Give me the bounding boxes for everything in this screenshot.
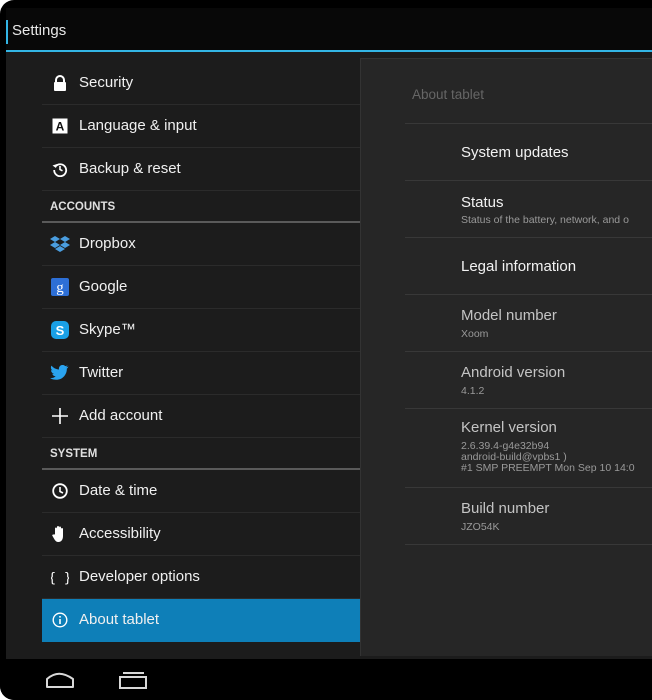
list-item-label: Backup & reset <box>79 160 181 177</box>
item-title: Model number <box>461 307 557 324</box>
list-item-security[interactable]: Security <box>42 62 364 105</box>
back-button[interactable] <box>42 669 82 693</box>
list-item-label: Add account <box>79 407 163 424</box>
item-summary: JZO54K <box>461 521 500 533</box>
kernel-version-item: Kernel version 2.6.39.4-g4e32b94 android… <box>405 408 652 487</box>
item-title: System updates <box>461 144 569 161</box>
list-item-label: Language & input <box>79 117 197 134</box>
list-item-dropbox[interactable]: Dropbox <box>42 223 364 266</box>
app-title: Settings <box>12 22 67 39</box>
keyboard-a-icon: A <box>50 116 70 136</box>
item-summary: Status of the battery, network, and o <box>461 214 629 226</box>
status-item[interactable]: Status Status of the battery, network, a… <box>405 180 652 237</box>
list-item-google[interactable]: g Google <box>42 266 364 309</box>
list-item-add-account[interactable]: Add account <box>42 395 364 438</box>
list-item-backup-reset[interactable]: Backup & reset <box>42 148 364 191</box>
list-item-date-time[interactable]: Date & time <box>42 470 364 513</box>
list-item-developer-options[interactable]: { } Developer options <box>42 556 364 599</box>
item-summary: 4.1.2 <box>461 385 485 397</box>
list-item-label: Security <box>79 74 134 91</box>
list-item-about-tablet[interactable]: About tablet <box>42 599 364 642</box>
list-item-label: Twitter <box>79 364 124 381</box>
dropbox-icon <box>50 234 70 254</box>
action-bar: Settings <box>6 8 652 52</box>
item-title: Status <box>461 194 504 211</box>
hand-icon <box>50 524 70 544</box>
svg-text:g: g <box>56 280 64 296</box>
list-item-label: Date & time <box>79 482 158 499</box>
settings-content: Security A Language & input Backup & res… <box>6 52 652 659</box>
twitter-icon <box>50 363 70 383</box>
pane-title: About tablet <box>412 87 485 102</box>
navigation-bar <box>0 659 652 700</box>
list-item-label: Google <box>79 278 128 295</box>
about-list: System updates Status Status of the batt… <box>405 123 652 545</box>
item-title: Kernel version <box>461 419 557 436</box>
list-item-skype[interactable]: S Skype™ <box>42 309 364 352</box>
google-icon: g <box>50 277 70 297</box>
section-header-label: SYSTEM <box>50 448 98 460</box>
svg-text:A: A <box>56 120 65 134</box>
list-item-label: Developer options <box>79 568 200 585</box>
model-number-item: Model number Xoom <box>405 294 652 351</box>
list-item-label: Dropbox <box>79 235 136 252</box>
android-version-item[interactable]: Android version 4.1.2 <box>405 351 652 408</box>
kernel-line-3: #1 SMP PREEMPT Mon Sep 10 14:0 <box>461 462 635 474</box>
item-title: Build number <box>461 500 550 517</box>
svg-text:S: S <box>56 323 65 338</box>
svg-text:{ }: { } <box>51 571 69 585</box>
section-header-system: SYSTEM <box>42 438 364 470</box>
list-item-label: Accessibility <box>79 525 161 542</box>
list-item-label: About tablet <box>79 611 160 628</box>
backup-icon <box>50 159 70 179</box>
info-icon <box>50 610 70 630</box>
home-button[interactable] <box>112 669 152 693</box>
item-title: Legal information <box>461 258 577 275</box>
build-number-item: Build number JZO54K <box>405 487 652 545</box>
braces-icon: { } <box>50 567 70 587</box>
section-header-accounts: ACCOUNTS <box>42 191 364 223</box>
item-title: Android version <box>461 364 566 381</box>
list-item-language-input[interactable]: A Language & input <box>42 105 364 148</box>
tablet-screen: Settings Security A Language & input Bac… <box>0 0 652 700</box>
about-tablet-pane: About tablet System updates Status Statu… <box>360 58 652 656</box>
system-updates-item[interactable]: System updates <box>405 123 652 180</box>
list-item-accessibility[interactable]: Accessibility <box>42 513 364 556</box>
clock-icon <box>50 481 70 501</box>
lock-icon <box>50 73 70 93</box>
plus-icon <box>50 406 70 426</box>
action-bar-accent <box>6 20 8 44</box>
skype-icon: S <box>50 320 70 340</box>
list-item-twitter[interactable]: Twitter <box>42 352 364 395</box>
item-summary: Xoom <box>461 328 489 340</box>
legal-information-item[interactable]: Legal information <box>405 237 652 294</box>
settings-list: Security A Language & input Backup & res… <box>42 62 364 642</box>
list-item-label: Skype™ <box>79 321 136 338</box>
section-header-label: ACCOUNTS <box>50 201 116 213</box>
